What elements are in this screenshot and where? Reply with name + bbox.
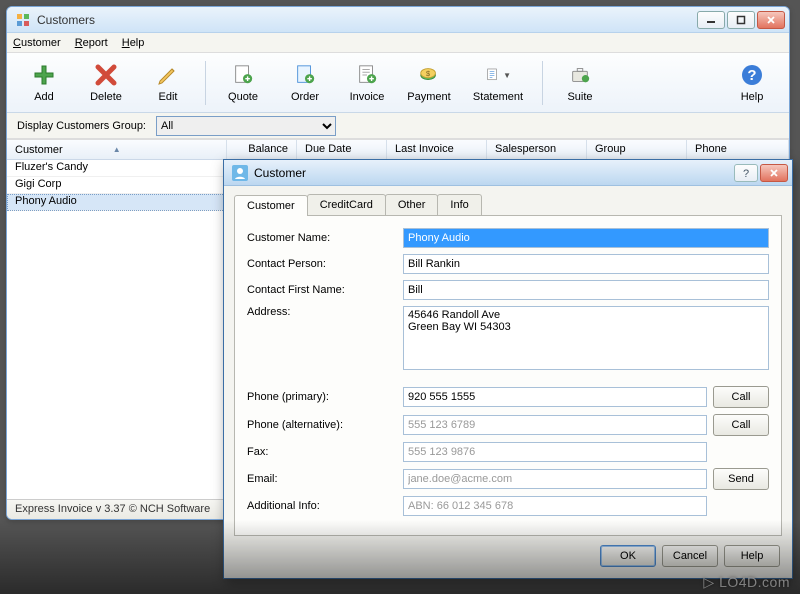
invoice-button[interactable]: Invoice (338, 57, 396, 109)
fax-input[interactable] (403, 442, 707, 462)
suite-icon (567, 62, 593, 88)
close-button[interactable] (757, 11, 785, 29)
col-due-date[interactable]: Due Date (297, 140, 387, 159)
additional-info-input[interactable] (403, 496, 707, 516)
svg-text:?: ? (747, 67, 756, 84)
dialog-tabs: Customer CreditCard Other Info (234, 194, 782, 216)
call-primary-button[interactable]: Call (713, 386, 769, 408)
tab-other[interactable]: Other (385, 194, 439, 215)
customer-name-input[interactable] (403, 228, 769, 248)
separator (542, 61, 543, 105)
add-button[interactable]: Add (15, 57, 73, 109)
app-icon (15, 12, 31, 28)
minimize-button[interactable] (697, 11, 725, 29)
statement-icon: ▼ (485, 62, 511, 88)
col-customer[interactable]: Customer▲ (7, 140, 227, 159)
dialog-help-button[interactable]: ? (734, 164, 758, 182)
phone2-label: Phone (alternative): (247, 419, 397, 431)
phone1-label: Phone (primary): (247, 391, 397, 403)
separator (205, 61, 206, 105)
quote-icon (230, 62, 256, 88)
contact-label: Contact Person: (247, 258, 397, 270)
filter-label: Display Customers Group: (17, 120, 146, 132)
help-icon: ? (739, 62, 765, 88)
phone-primary-input[interactable] (403, 387, 707, 407)
main-titlebar[interactable]: Customers (7, 7, 789, 33)
dialog-help-button-bottom[interactable]: Help (724, 545, 780, 567)
name-label: Customer Name: (247, 232, 397, 244)
filter-row: Display Customers Group: All (7, 113, 789, 139)
order-icon (292, 62, 318, 88)
menubar: Customer Report Help (7, 33, 789, 53)
contact-person-input[interactable] (403, 254, 769, 274)
menu-customer[interactable]: Customer (13, 37, 61, 49)
menu-report[interactable]: Report (75, 37, 108, 49)
email-input[interactable] (403, 469, 707, 489)
cancel-button[interactable]: Cancel (662, 545, 718, 567)
pencil-icon (155, 62, 181, 88)
svg-text:?: ? (743, 168, 749, 179)
dialog-icon (232, 165, 248, 181)
plus-icon (31, 62, 57, 88)
payment-icon: $ (416, 62, 442, 88)
tab-info[interactable]: Info (437, 194, 481, 215)
ok-button[interactable]: OK (600, 545, 656, 567)
menu-help[interactable]: Help (122, 37, 145, 49)
toolbar: Add Delete Edit Quote Order Invoice $ Pa… (7, 53, 789, 113)
delete-button[interactable]: Delete (77, 57, 135, 109)
suite-button[interactable]: Suite (551, 57, 609, 109)
customer-dialog: Customer ? Customer CreditCard Other Inf… (223, 159, 793, 579)
tab-creditcard[interactable]: CreditCard (307, 194, 386, 215)
sort-asc-icon: ▲ (113, 145, 121, 154)
col-balance[interactable]: Balance (227, 140, 297, 159)
contact-firstname-input[interactable] (403, 280, 769, 300)
phone-alt-input[interactable] (403, 415, 707, 435)
email-label: Email: (247, 473, 397, 485)
col-last-invoice[interactable]: Last Invoice (387, 140, 487, 159)
group-select[interactable]: All (156, 116, 336, 136)
payment-button[interactable]: $ Payment (400, 57, 458, 109)
column-headers: Customer▲ Balance Due Date Last Invoice … (7, 140, 789, 160)
customer-form: Customer Name: Contact Person: Contact F… (234, 216, 782, 536)
order-button[interactable]: Order (276, 57, 334, 109)
edit-button[interactable]: Edit (139, 57, 197, 109)
dialog-close-button[interactable] (760, 164, 788, 182)
main-title: Customers (37, 13, 697, 27)
quote-button[interactable]: Quote (214, 57, 272, 109)
dialog-buttons: OK Cancel Help (224, 542, 792, 578)
address-input[interactable] (403, 306, 769, 370)
invoice-icon (354, 62, 380, 88)
col-salesperson[interactable]: Salesperson (487, 140, 587, 159)
col-phone[interactable]: Phone (687, 140, 789, 159)
chevron-down-icon: ▼ (503, 71, 511, 80)
firstname-label: Contact First Name: (247, 284, 397, 296)
tab-customer[interactable]: Customer (234, 195, 308, 216)
statement-button[interactable]: ▼ Statement (462, 57, 534, 109)
call-alt-button[interactable]: Call (713, 414, 769, 436)
col-group[interactable]: Group (587, 140, 687, 159)
dialog-titlebar[interactable]: Customer ? (224, 160, 792, 186)
svg-text:$: $ (426, 69, 430, 78)
dialog-title: Customer (254, 166, 734, 180)
send-email-button[interactable]: Send (713, 468, 769, 490)
help-button[interactable]: ? Help (723, 57, 781, 109)
fax-label: Fax: (247, 446, 397, 458)
addl-label: Additional Info: (247, 500, 397, 512)
address-label: Address: (247, 306, 397, 318)
watermark: ▷ LO4D.com (703, 574, 790, 591)
x-icon (93, 62, 119, 88)
maximize-button[interactable] (727, 11, 755, 29)
